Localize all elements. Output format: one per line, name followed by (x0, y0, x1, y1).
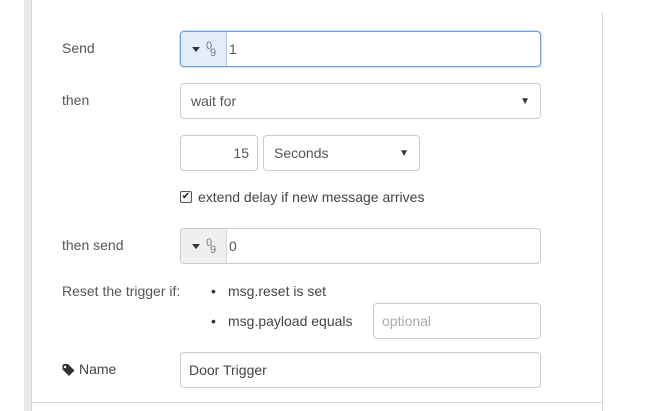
name-label: Name (62, 361, 116, 377)
panel-right-border (602, 12, 603, 411)
number-type-icon: 09 (206, 40, 217, 59)
reset-condition-2: msg.payload equals (228, 313, 353, 329)
send-type-selector[interactable]: 09 (181, 32, 227, 66)
panel-left-strip (24, 0, 31, 411)
send-label: Send (62, 40, 95, 56)
reset-payload-placeholder: optional (382, 313, 432, 329)
panel-left-border (31, 0, 32, 411)
then-send-type-selector[interactable]: 09 (181, 229, 227, 263)
bullet-2: • (211, 313, 216, 329)
then-select-value: wait for (191, 93, 237, 109)
duration-value: 15 (233, 145, 249, 161)
then-select[interactable]: wait for ▼ (180, 83, 541, 119)
duration-unit-value: Seconds (274, 145, 329, 161)
panel-bottom-border (31, 402, 603, 403)
reset-condition-1: msg.reset is set (228, 283, 327, 299)
then-send-label: then send (62, 237, 124, 253)
number-type-icon: 09 (206, 237, 217, 256)
name-value: Door Trigger (189, 362, 267, 378)
caret-down-icon (192, 243, 200, 249)
then-send-value: 0 (229, 238, 237, 254)
name-input[interactable]: Door Trigger (180, 352, 541, 388)
tag-icon (62, 364, 75, 377)
duration-unit-select[interactable]: Seconds ▼ (263, 135, 420, 171)
then-label: then (62, 92, 90, 108)
then-send-typed-input[interactable]: 09 0 (180, 228, 541, 264)
reset-label: Reset the trigger if: (62, 283, 181, 299)
checkmark-icon: ✔ (181, 191, 191, 202)
caret-down-icon (192, 46, 200, 52)
extend-delay-checkbox[interactable]: ✔ (180, 191, 192, 203)
dropdown-arrow-icon: ▼ (399, 147, 409, 159)
send-value: 1 (229, 41, 237, 57)
bullet-1: • (211, 283, 216, 299)
extend-delay-label: extend delay if new message arrives (198, 189, 425, 205)
send-typed-input[interactable]: 09 1 (180, 31, 541, 67)
dropdown-arrow-icon: ▼ (520, 95, 530, 107)
reset-payload-input[interactable]: optional (373, 303, 541, 339)
duration-input[interactable]: 15 (180, 135, 258, 171)
